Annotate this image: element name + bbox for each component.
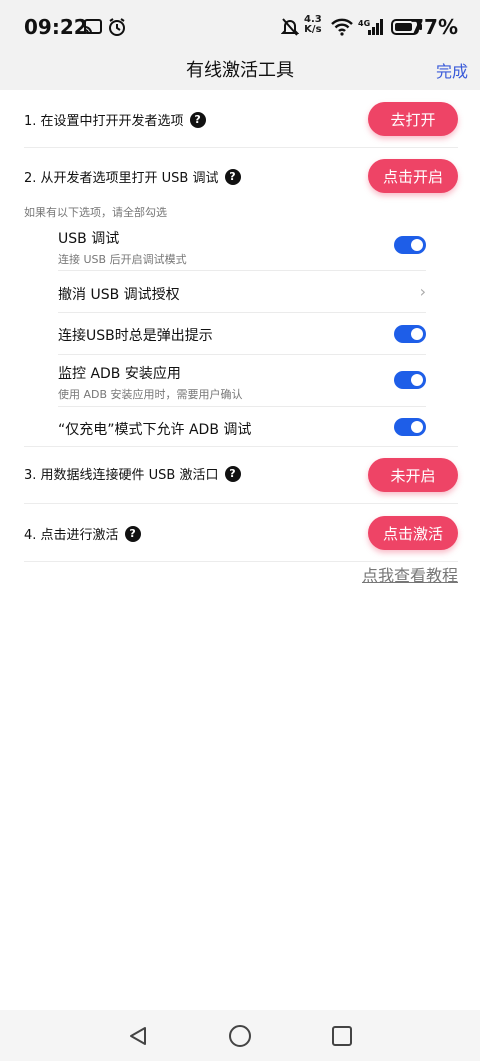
option-divider xyxy=(58,354,426,355)
option-title: 撤消 USB 调试授权 xyxy=(58,287,180,303)
battery-percent: 77% xyxy=(410,15,458,39)
divider xyxy=(24,446,458,447)
step-1-label-row: 1. 在设置中打开开发者选项 ? xyxy=(24,110,206,129)
back-icon[interactable] xyxy=(126,1024,150,1048)
step-1: 1. 在设置中打开开发者选项 ? 去打开 xyxy=(24,102,458,136)
wifi-icon xyxy=(330,16,354,38)
option-usb-prompt[interactable]: 连接USB时总是弹出提示 xyxy=(58,325,426,345)
done-button[interactable]: 完成 xyxy=(436,58,468,82)
divider xyxy=(24,147,458,148)
chevron-right-icon: › xyxy=(419,282,426,301)
usb-debug-toggle[interactable] xyxy=(394,236,426,254)
page-title: 有线激活工具 xyxy=(186,60,294,81)
cast-icon xyxy=(82,16,104,38)
title-bar: 有线激活工具 完成 xyxy=(0,54,480,90)
tutorial-link[interactable]: 点我查看教程 xyxy=(362,562,458,586)
status-time: 09:22 xyxy=(24,15,88,39)
usb-connect-status-button[interactable]: 未开启 xyxy=(368,458,458,492)
alarm-icon xyxy=(106,16,128,38)
option-divider xyxy=(58,406,426,407)
option-title: USB 调试 xyxy=(58,231,120,247)
home-icon[interactable] xyxy=(228,1024,252,1048)
options-hint: 如果有以下选项，请全部勾选 xyxy=(24,206,167,219)
option-subtitle: 连接 USB 后开启调试模式 xyxy=(58,253,187,266)
step-3-label: 3. 用数据线连接硬件 USB 激活口 xyxy=(24,468,219,483)
enable-usb-debug-button[interactable]: 点击开启 xyxy=(368,159,458,193)
mute-icon xyxy=(280,16,300,38)
network-speed: 4.3 K/s xyxy=(304,15,322,35)
activate-button[interactable]: 点击激活 xyxy=(368,516,458,550)
status-bar: 09:22 4.3 K/s 4G 77% xyxy=(0,0,480,54)
open-developer-options-button[interactable]: 去打开 xyxy=(368,102,458,136)
step-2-label: 2. 从开发者选项里打开 USB 调试 xyxy=(24,171,219,186)
usb-prompt-toggle[interactable] xyxy=(394,325,426,343)
help-icon[interactable]: ? xyxy=(224,168,241,185)
option-adb-install-monitor[interactable]: 监控 ADB 安装应用 使用 ADB 安装应用时，需要用户确认 xyxy=(58,363,426,402)
divider xyxy=(24,503,458,504)
signal-icon: 4G xyxy=(358,16,384,38)
network-speed-unit: K/s xyxy=(304,24,322,35)
recents-icon[interactable] xyxy=(330,1024,354,1048)
step-4-label: 4. 点击进行激活 xyxy=(24,528,119,543)
option-charge-only-adb[interactable]: “仅充电”模式下允许 ADB 调试 xyxy=(58,419,426,439)
step-3-label-row: 3. 用数据线连接硬件 USB 激活口 ? xyxy=(24,464,241,483)
help-icon[interactable]: ? xyxy=(224,465,241,482)
charge-only-adb-toggle[interactable] xyxy=(394,418,426,436)
step-4: 4. 点击进行激活 ? 点击激活 xyxy=(24,516,458,550)
navigation-bar xyxy=(0,1010,480,1061)
option-usb-debug[interactable]: USB 调试 连接 USB 后开启调试模式 xyxy=(58,228,426,267)
help-icon[interactable]: ? xyxy=(124,525,141,542)
option-title: 连接USB时总是弹出提示 xyxy=(58,328,213,344)
option-divider xyxy=(58,312,426,313)
step-2: 2. 从开发者选项里打开 USB 调试 ? 点击开启 xyxy=(24,159,458,193)
adb-install-monitor-toggle[interactable] xyxy=(394,371,426,389)
option-divider xyxy=(58,270,426,271)
svg-text:4G: 4G xyxy=(358,19,370,28)
option-title: 监控 ADB 安装应用 xyxy=(58,366,181,382)
step-4-label-row: 4. 点击进行激活 ? xyxy=(24,524,141,543)
step-3: 3. 用数据线连接硬件 USB 激活口 ? 未开启 xyxy=(24,458,458,492)
step-1-label: 1. 在设置中打开开发者选项 xyxy=(24,114,184,129)
option-title: “仅充电”模式下允许 ADB 调试 xyxy=(58,422,252,438)
help-icon[interactable]: ? xyxy=(189,111,206,128)
option-revoke-usb-auth[interactable]: 撤消 USB 调试授权 xyxy=(58,284,426,304)
option-subtitle: 使用 ADB 安装应用时，需要用户确认 xyxy=(58,388,243,401)
step-2-label-row: 2. 从开发者选项里打开 USB 调试 ? xyxy=(24,167,241,186)
